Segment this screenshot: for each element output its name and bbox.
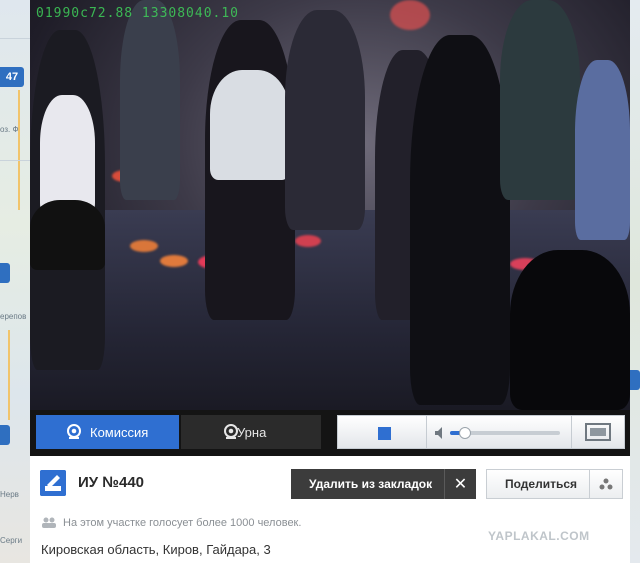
person-silhouette bbox=[120, 0, 180, 200]
polling-station-info-panel: ИУ №440 Удалить из закладок ✕ Поделиться… bbox=[30, 456, 630, 563]
volume-icon[interactable] bbox=[435, 427, 445, 439]
light-spot bbox=[160, 255, 188, 267]
people-icon bbox=[42, 517, 56, 528]
ballot-logo-icon bbox=[40, 470, 66, 496]
divider bbox=[426, 416, 427, 448]
komissiya-label: Комиссия bbox=[90, 424, 149, 440]
share-icon-area bbox=[589, 470, 622, 498]
volume-slider[interactable] bbox=[450, 427, 560, 439]
remove-bookmark-label: Удалить из закладок bbox=[309, 477, 433, 491]
person-silhouette bbox=[575, 60, 630, 240]
video-player-controls bbox=[337, 415, 625, 449]
person-silhouette bbox=[510, 250, 630, 410]
share-button[interactable]: Поделиться bbox=[486, 469, 623, 499]
share-label: Поделиться bbox=[505, 477, 578, 491]
webcam-icon bbox=[224, 424, 238, 439]
komissiya-camera-button[interactable]: Комиссия bbox=[36, 415, 179, 449]
person-silhouette bbox=[285, 10, 365, 230]
person-skirt bbox=[30, 200, 105, 270]
volume-slider-knob[interactable] bbox=[459, 427, 471, 439]
map-place-name: оз. Ф bbox=[0, 125, 19, 134]
light-spot bbox=[130, 240, 158, 252]
stop-button[interactable] bbox=[378, 427, 391, 440]
fullscreen-button[interactable] bbox=[585, 423, 611, 441]
map-road bbox=[18, 90, 20, 210]
voter-count-note: На этом участке голосует более 1000 чело… bbox=[63, 517, 302, 529]
map-highway-badge bbox=[0, 425, 10, 445]
watermark: YAPLAKAL.COM bbox=[488, 529, 590, 543]
station-title: ИУ №440 bbox=[78, 474, 145, 491]
station-address: Кировская область, Киров, Гайдара, 3 bbox=[41, 542, 271, 557]
urna-camera-button[interactable]: Урна bbox=[181, 415, 321, 449]
map-road bbox=[0, 160, 30, 161]
light-spot bbox=[390, 0, 430, 30]
map-road bbox=[0, 38, 30, 39]
map-background-left: 47 оз. Ф ерепов Нерв Серги bbox=[0, 0, 30, 563]
map-background-right bbox=[630, 0, 640, 563]
map-highway-badge bbox=[0, 263, 10, 283]
urna-label: Урна bbox=[237, 424, 267, 440]
person-shirt bbox=[40, 95, 95, 215]
map-place-name: ерепов bbox=[0, 312, 27, 321]
video-timestamp: 01990c72.88 13308040.10 bbox=[36, 6, 240, 21]
map-place-name: Нерв bbox=[0, 490, 19, 499]
close-icon: ✕ bbox=[444, 469, 476, 499]
remove-bookmark-button[interactable]: Удалить из закладок ✕ bbox=[291, 469, 476, 499]
camera-video-feed[interactable]: 01990c72.88 13308040.10 bbox=[30, 0, 630, 410]
webcam-icon bbox=[67, 424, 81, 439]
person-silhouette bbox=[500, 0, 580, 200]
map-highway-badge bbox=[630, 370, 640, 390]
light-spot bbox=[295, 235, 321, 247]
person-silhouette bbox=[410, 35, 510, 405]
divider bbox=[571, 416, 572, 448]
map-highway-badge: 47 bbox=[0, 67, 24, 87]
map-road bbox=[8, 330, 10, 420]
share-icon bbox=[599, 478, 613, 490]
person-shirt bbox=[210, 70, 290, 180]
map-place-name: Серги bbox=[0, 536, 23, 545]
player-control-bar: Комиссия Урна bbox=[30, 410, 630, 456]
